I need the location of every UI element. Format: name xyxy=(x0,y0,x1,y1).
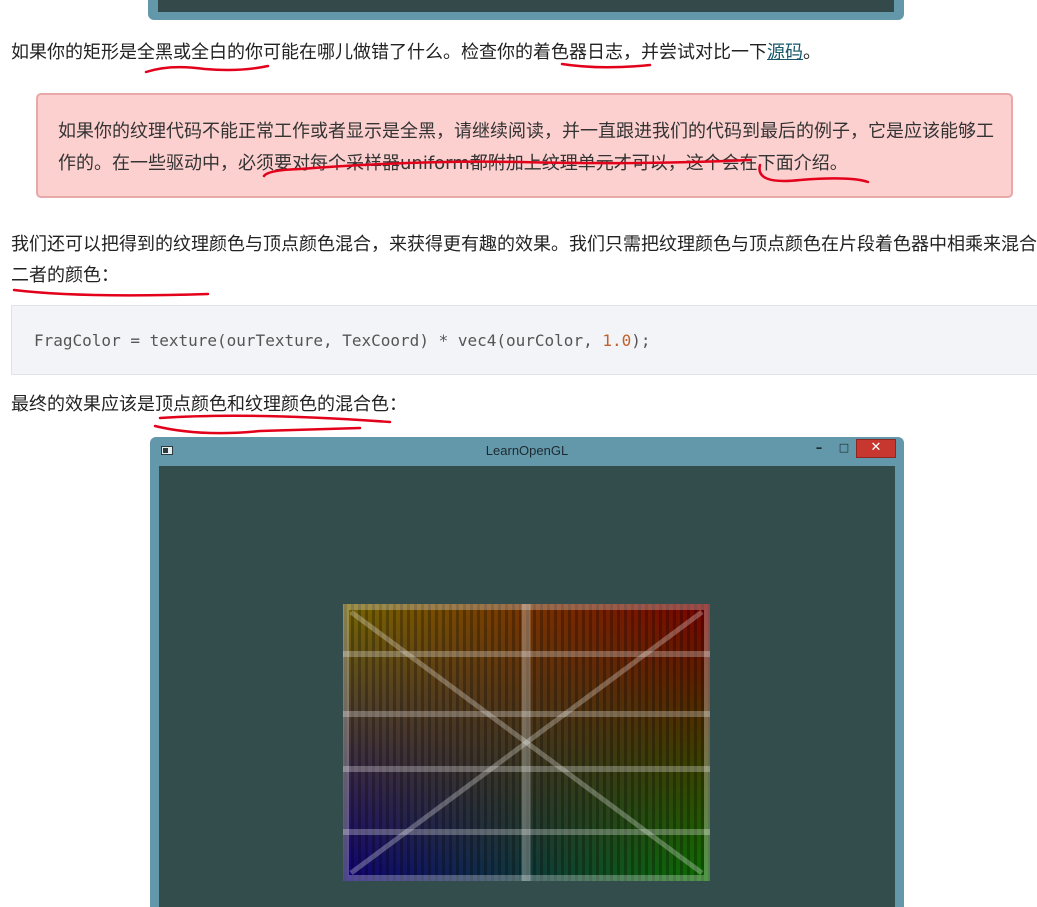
warning-text: 如果你的纹理代码不能正常工作或者显示是全黑，请继续阅读，并一直跟进我们的代码到最… xyxy=(58,121,994,174)
text-all-black-white: 全黑或全白的 xyxy=(137,42,245,63)
warning-box: 如果你的纹理代码不能正常工作或者显示是全黑，请继续阅读，并一直跟进我们的代码到最… xyxy=(36,93,1013,198)
previous-render-client xyxy=(158,0,894,12)
text-segment: ，并尝试对比一下 xyxy=(623,42,767,63)
close-button[interactable]: ✕ xyxy=(856,439,896,458)
maximize-button[interactable]: □ xyxy=(835,442,853,456)
window-title: LearnOpenGL xyxy=(485,443,569,458)
render-viewport xyxy=(159,466,895,907)
code-text-end: ); xyxy=(631,331,651,350)
paragraph-mix-colors: 我们还可以把得到的纹理颜色与顶点颜色混合，来获得更有趣的效果。我们只需把纹理颜色… xyxy=(11,234,1037,286)
code-text: FragColor = texture(ourTexture, TexCoord… xyxy=(34,331,603,350)
previous-render-window xyxy=(148,0,904,20)
paragraph-final-result: 最终的效果应该是顶点颜色和纹理颜色的混合色： xyxy=(11,394,407,415)
text-segment: 你可能在哪儿做错了什么。检查你的 xyxy=(245,42,533,63)
text-segment: 。 xyxy=(803,42,821,63)
minimize-button[interactable]: – xyxy=(810,442,828,458)
paragraph-rect-troubleshoot: 如果你的矩形是全黑或全白的你可能在哪儿做错了什么。检查你的着色器日志，并尝试对比… xyxy=(11,37,821,68)
source-code-link[interactable]: 源码 xyxy=(767,42,803,63)
text-shader-log: 着色器日志 xyxy=(533,42,623,63)
text-segment: 如果你的矩形是 xyxy=(11,42,137,63)
code-number: 1.0 xyxy=(602,331,632,350)
learnopengl-window: LearnOpenGL – □ ✕ xyxy=(150,437,904,907)
textured-quad-image xyxy=(343,604,710,881)
window-titlebar[interactable]: LearnOpenGL – □ ✕ xyxy=(150,437,904,466)
textured-quad xyxy=(343,604,710,881)
code-block: FragColor = texture(ourTexture, TexCoord… xyxy=(11,305,1037,375)
